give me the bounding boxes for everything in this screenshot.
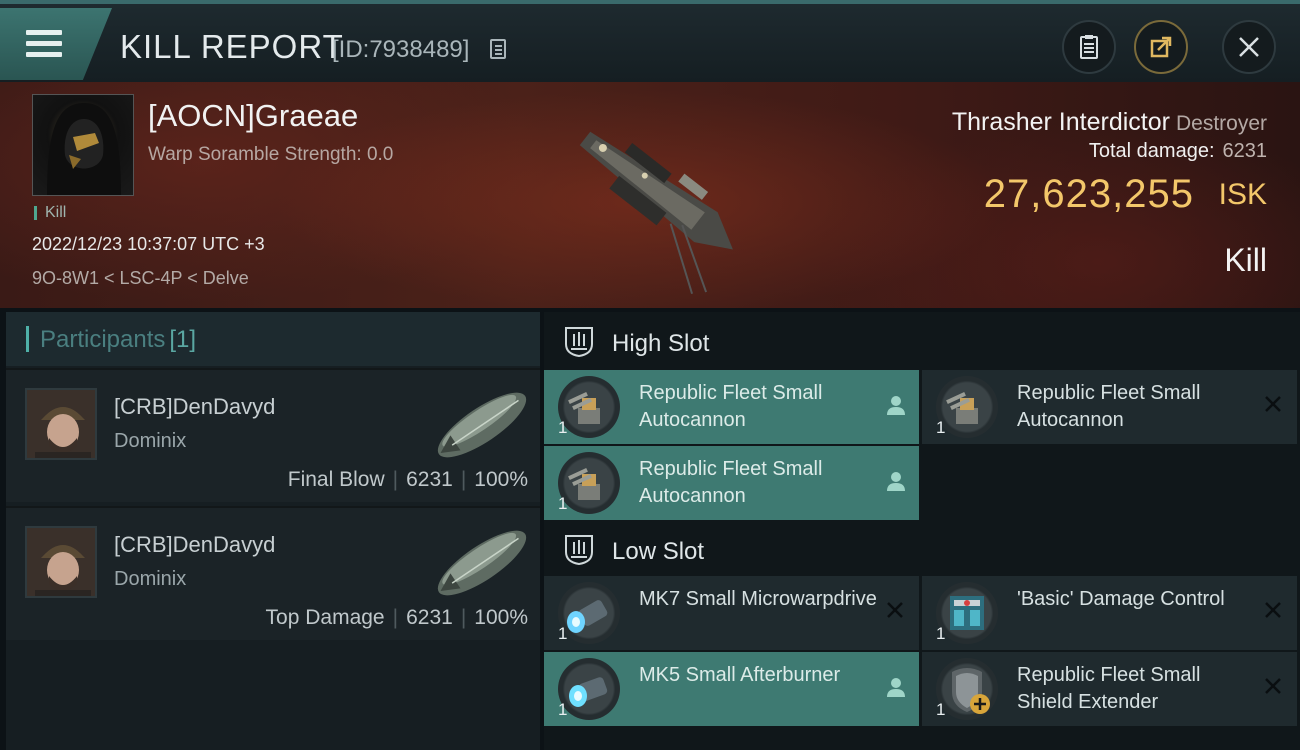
total-damage-label: Total damage: bbox=[1088, 140, 1215, 162]
participant-ship-image bbox=[437, 530, 527, 596]
participant-stats: Top Damage | 6231 | 100% bbox=[265, 606, 528, 629]
clipboard-icon bbox=[1080, 35, 1098, 59]
total-damage-value: 6231 bbox=[1222, 140, 1268, 162]
participant-damage: 6231 bbox=[406, 606, 453, 629]
clipboard-button[interactable] bbox=[1062, 20, 1116, 74]
module-name: Republic Fleet Small Autocannon bbox=[639, 382, 823, 431]
module-name: Republic Fleet Small Autocannon bbox=[639, 458, 823, 507]
participant-card[interactable]: [CRB]DenDavyd Dominix Top Damage | 6231 | 10… bbox=[6, 506, 540, 640]
participant-ship-image bbox=[437, 392, 527, 458]
isk-unit: ISK bbox=[1218, 178, 1267, 211]
participants-title: Participants bbox=[40, 326, 166, 353]
module-item[interactable]: 1 Republic Fleet Small Shield Extender bbox=[922, 652, 1297, 726]
participant-percent: 100% bbox=[474, 468, 528, 491]
menu-button[interactable] bbox=[0, 8, 112, 80]
ship-name: Thrasher Interdictor bbox=[951, 108, 1170, 136]
victim-avatar[interactable] bbox=[32, 94, 134, 196]
warp-scramble-strength: Warp Soramble Strength: 0.0 bbox=[148, 144, 394, 165]
low-slot-header: Low Slot bbox=[544, 522, 1300, 578]
participant-card[interactable]: [CRB]DenDavyd Dominix Final Blow | 6231 | 10… bbox=[6, 368, 540, 502]
high-slot-label: High Slot bbox=[612, 330, 710, 357]
result-label: Kill bbox=[1224, 242, 1267, 278]
report-id: [ID:7938489] bbox=[332, 36, 470, 63]
module-item[interactable]: 1 Republic Fleet Small Autocannon bbox=[544, 370, 919, 444]
module-name: MK5 Small Afterburner bbox=[639, 664, 841, 686]
module-name: 'Basic' Damage Control bbox=[1017, 588, 1225, 610]
fitted-person-icon bbox=[887, 472, 905, 491]
victim-ship-image bbox=[579, 131, 733, 295]
module-name: Republic Fleet Small Shield Extender bbox=[1017, 664, 1201, 713]
module-item[interactable]: 1 'Basic' Damage Control bbox=[922, 576, 1297, 650]
participant-damage: 6231 bbox=[406, 468, 453, 491]
share-button[interactable] bbox=[1134, 20, 1188, 74]
participant-name[interactable]: [CRB]DenDavyd bbox=[114, 532, 275, 558]
destroyed-x-icon bbox=[1265, 678, 1281, 694]
hamburger-icon bbox=[26, 30, 62, 58]
participant-avatar[interactable] bbox=[25, 526, 97, 598]
high-slot-header: High Slot bbox=[544, 314, 1300, 370]
page-title: KILL REPORT bbox=[120, 28, 344, 65]
isk-value: 27,623,255 bbox=[983, 172, 1194, 216]
module-name: Republic Fleet Small Autocannon bbox=[1017, 382, 1201, 431]
participant-ship: Dominix bbox=[114, 430, 187, 452]
module-quantity: 1 bbox=[558, 700, 568, 719]
module-quantity: 1 bbox=[558, 418, 568, 437]
participant-avatar[interactable] bbox=[25, 388, 97, 460]
destroyed-x-icon bbox=[887, 602, 903, 618]
ship-class: Destroyer bbox=[1175, 112, 1267, 135]
victim-ship[interactable]: Thrasher Interdictor Destroyer bbox=[952, 108, 1267, 137]
destroyed-x-icon bbox=[1265, 602, 1281, 618]
destroyed-x-icon bbox=[1265, 396, 1281, 412]
low-slot-label: Low Slot bbox=[612, 538, 705, 565]
participants-panel: Participants [1] [CRB]DenDavyd Dominix Fi bbox=[6, 312, 540, 750]
module-item[interactable]: 1 MK7 Small Microwarpdrive bbox=[544, 576, 919, 650]
close-icon bbox=[1239, 37, 1259, 57]
module-item[interactable]: 1 Republic Fleet Small Autocannon bbox=[544, 446, 919, 520]
module-name: MK7 Small Microwarpdrive bbox=[639, 588, 877, 610]
victim-name[interactable]: [AOCN]Graeae bbox=[148, 98, 358, 134]
total-damage: Total damage: 6231 bbox=[1089, 140, 1267, 163]
close-button[interactable] bbox=[1222, 20, 1276, 74]
kill-location[interactable]: 9O-8W1 < LSC-4P < Delve bbox=[32, 268, 249, 289]
participant-role: Top Damage bbox=[265, 606, 385, 629]
kill-tag: Kill bbox=[34, 205, 66, 221]
kill-datetime: 2022/12/23 10:37:07 UTC +3 bbox=[32, 234, 265, 254]
participants-header: Participants [1] bbox=[6, 312, 540, 366]
participant-role: Final Blow bbox=[287, 468, 385, 491]
high-slot-icon bbox=[565, 327, 593, 358]
share-icon bbox=[1150, 36, 1172, 58]
copy-icon[interactable] bbox=[490, 39, 506, 59]
module-quantity: 1 bbox=[936, 418, 946, 437]
low-slot-icon bbox=[565, 535, 593, 566]
module-quantity: 1 bbox=[936, 700, 946, 719]
top-bar: KILL REPORT [ID:7938489] bbox=[0, 0, 1300, 82]
module-quantity: 1 bbox=[936, 624, 946, 643]
participant-name[interactable]: [CRB]DenDavyd bbox=[114, 394, 275, 420]
module-quantity: 1 bbox=[558, 494, 568, 513]
participant-ship: Dominix bbox=[114, 568, 187, 590]
module-quantity: 1 bbox=[558, 624, 568, 643]
fitted-person-icon bbox=[887, 678, 905, 697]
participant-stats: Final Blow | 6231 | 100% bbox=[287, 468, 528, 491]
module-item[interactable]: 1 Republic Fleet Small Autocannon bbox=[922, 370, 1297, 444]
fitting-panel: High Slot 1 Republic Fleet Small Autocan… bbox=[544, 312, 1300, 750]
participants-count: [1] bbox=[169, 326, 197, 353]
victim-banner: [AOCN]Graeae Warp Soramble Strength: 0.0… bbox=[0, 82, 1300, 308]
participant-percent: 100% bbox=[474, 606, 528, 629]
fitted-person-icon bbox=[887, 396, 905, 415]
module-item[interactable]: 1 MK5 Small Afterburner bbox=[544, 652, 919, 726]
